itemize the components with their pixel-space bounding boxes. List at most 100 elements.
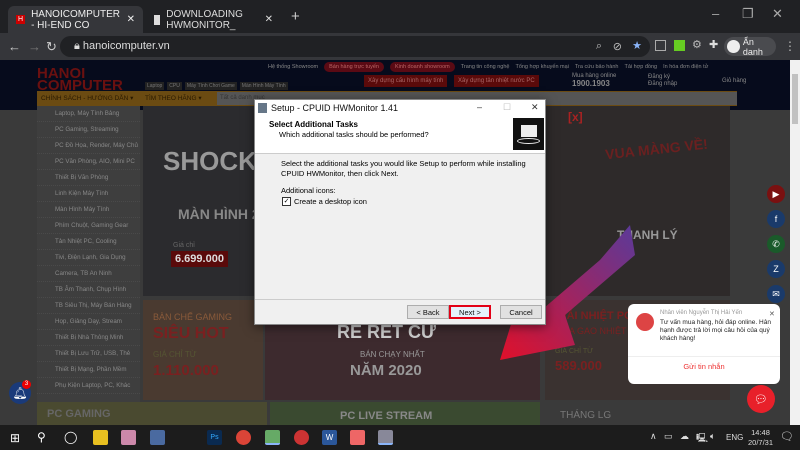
category-item[interactable]: Thiết Bị Mạng, Phần Mềm: [37, 362, 140, 378]
banner-gaming-desk[interactable]: BÀN CHẾ GAMING SIÊU HOT GIÁ CHỈ TỪ 1.110…: [143, 300, 263, 400]
tag[interactable]: CPU: [167, 82, 182, 90]
category-item[interactable]: TB Siêu Thị, Máy Bán Hàng: [37, 298, 140, 314]
tag[interactable]: Máy Tính Chơi Game: [184, 82, 237, 90]
chrome-icon[interactable]: [294, 430, 309, 445]
media-icon[interactable]: [350, 430, 365, 445]
banner-lg[interactable]: THÁNG LG: [545, 402, 730, 425]
nav-policy[interactable]: CHÍNH SÁCH - HƯỚNG DẪN ▾: [41, 94, 133, 102]
next-button[interactable]: Next >: [449, 305, 491, 319]
login-link[interactable]: Đăng ký Đăng nhập: [648, 74, 677, 88]
category-item[interactable]: TB Âm Thanh, Chụp Hình: [37, 282, 140, 298]
zoom-icon[interactable]: ⌕: [596, 40, 602, 53]
word-icon[interactable]: W: [322, 430, 337, 445]
category-item[interactable]: Phụ Kiện Laptop, PC, Khác: [37, 378, 140, 394]
link-contracts[interactable]: Tải hợp đồng: [624, 64, 657, 70]
close-tab-icon[interactable]: ✕: [265, 14, 273, 25]
clock[interactable]: 14:48 20/7/31: [748, 428, 773, 448]
zalo-icon[interactable]: Z: [767, 260, 785, 278]
minimize-button[interactable]: –: [477, 102, 482, 112]
sticky-notes-icon[interactable]: [93, 430, 108, 445]
category-item[interactable]: Thiết Bị Văn Phòng: [37, 170, 140, 186]
app-icon[interactable]: [265, 430, 280, 445]
category-item[interactable]: PC Đồ Họa, Render, Máy Chủ: [37, 138, 140, 154]
tray-chevron-icon[interactable]: ∧: [650, 431, 657, 442]
search-icon[interactable]: ⚲: [37, 430, 46, 444]
menu-icon[interactable]: ⋮: [784, 39, 796, 53]
hotline[interactable]: Mua hàng online 1900.1903: [572, 73, 616, 89]
photoshop-icon[interactable]: Ps: [207, 430, 222, 445]
new-tab-button[interactable]: +: [291, 8, 300, 25]
tracking-icon[interactable]: ⊘: [613, 40, 622, 53]
windows-start-icon[interactable]: ⊞: [10, 431, 20, 445]
category-item[interactable]: Laptop, Máy Tính Bảng: [37, 106, 140, 122]
tag[interactable]: Màn Hình Máy Tính: [239, 82, 288, 90]
cancel-button[interactable]: Cancel: [500, 305, 542, 319]
category-item[interactable]: Tản Nhiệt PC, Cooling: [37, 234, 140, 250]
forward-icon[interactable]: →: [28, 39, 41, 54]
category-item[interactable]: Linh Kiện Máy Tính: [37, 186, 140, 202]
tab-downloading[interactable]: DOWNLOADING HWMONITOR_ ✕: [146, 6, 281, 33]
link-invoices[interactable]: In hóa đơn điện tử: [663, 64, 708, 70]
category-item[interactable]: Thiết Bị Nhà Thông Minh: [37, 330, 140, 346]
chrome-icon[interactable]: [236, 430, 251, 445]
minimize-button[interactable]: –: [712, 6, 719, 21]
link-showroom[interactable]: Hệ thống Showroom: [268, 64, 318, 70]
close-chat-icon[interactable]: ✕: [769, 310, 775, 318]
language-indicator[interactable]: ENG: [726, 433, 743, 442]
reload-icon[interactable]: ↻: [46, 39, 57, 55]
link-tech-news[interactable]: Trang tin công nghệ: [461, 64, 510, 70]
facebook-icon[interactable]: f: [767, 210, 785, 228]
send-message-button[interactable]: Gửi tin nhắn: [628, 362, 780, 371]
category-item[interactable]: Họp, Giảng Dạy, Stream: [37, 314, 140, 330]
category-item[interactable]: Thiết Bị Lưu Trữ, USB, Thẻ: [37, 346, 140, 362]
page-scrollbar[interactable]: [790, 60, 800, 425]
link-warranty[interactable]: Tra cứu bảo hành: [575, 64, 619, 70]
incognito-profile-button[interactable]: Ẩn danh: [724, 37, 776, 57]
extension-icon[interactable]: ⚙: [692, 38, 702, 51]
volume-icon[interactable]: 🔈︎: [710, 431, 715, 442]
task-view-icon[interactable]: ◯: [64, 430, 77, 444]
category-item[interactable]: Phím Chuột, Gaming Gear: [37, 218, 140, 234]
checkbox-check-icon[interactable]: ✓: [282, 197, 291, 206]
youtube-icon[interactable]: ▶: [767, 185, 785, 203]
tag[interactable]: Laptop: [145, 82, 165, 90]
app-icon[interactable]: [150, 430, 165, 445]
onedrive-icon[interactable]: ☁: [680, 431, 689, 442]
desktop-icon-checkbox[interactable]: ✓ Create a desktop icon: [282, 197, 367, 206]
action-center-icon[interactable]: 🗨︎: [780, 430, 794, 443]
puzzle-icon[interactable]: ✚: [709, 38, 718, 51]
back-icon[interactable]: ←: [8, 39, 21, 54]
link-showroom-sales[interactable]: Kinh doanh showroom: [390, 62, 455, 72]
build-pc-button[interactable]: Xây dựng cấu hình máy tính: [364, 75, 448, 87]
extension-icon[interactable]: [674, 40, 685, 51]
phone-icon[interactable]: ✆: [767, 235, 785, 253]
close-banner-button[interactable]: [x]: [568, 110, 583, 124]
maximize-button[interactable]: ☐: [503, 102, 511, 113]
close-window-button[interactable]: ✕: [772, 6, 783, 22]
category-item[interactable]: PC Gaming, Streaming: [37, 122, 140, 138]
cart-link[interactable]: Giỏ hàng: [722, 78, 746, 84]
site-logo[interactable]: HANOI COMPUTER: [37, 66, 123, 93]
bookmark-star-icon[interactable]: ★: [632, 39, 642, 52]
restore-button[interactable]: ❐: [742, 6, 754, 22]
chat-bubble-icon[interactable]: 💬︎: [747, 385, 775, 413]
banner-pc-live[interactable]: PC LIVE STREAM: [270, 402, 540, 425]
paint-icon[interactable]: [121, 430, 136, 445]
battery-icon[interactable]: ▭: [664, 431, 673, 442]
category-item[interactable]: Tivi, Điện Lạnh, Gia Dụng: [37, 250, 140, 266]
close-dialog-button[interactable]: ✕: [531, 102, 539, 113]
network-icon[interactable]: 🖳︎: [696, 431, 708, 447]
close-tab-icon[interactable]: ✕: [127, 14, 135, 25]
messenger-icon[interactable]: ✉: [767, 285, 785, 303]
banner-pc-gaming[interactable]: PC GAMING: [37, 402, 267, 425]
url-bar[interactable]: 🔒︎ hanoicomputer.vn ⌕ ⊘ ★: [60, 36, 650, 57]
extension-icon[interactable]: [655, 40, 666, 51]
nav-brand[interactable]: TÌM THEO HÃNG ▾: [145, 94, 202, 102]
tab-hanoicomputer[interactable]: H HANOICOMPUTER - HI-END CO ✕: [8, 6, 143, 33]
setup-taskbar-icon[interactable]: [378, 430, 393, 445]
link-promotions[interactable]: Tổng hợp khuyến mại: [515, 64, 568, 70]
category-item[interactable]: PC Văn Phòng, AIO, Mini PC: [37, 154, 140, 170]
build-cooling-button[interactable]: Xây dựng tản nhiệt nước PC: [454, 75, 539, 87]
back-button[interactable]: < Back: [407, 305, 449, 319]
link-online-sales[interactable]: Bán hàng trực tuyến: [324, 62, 384, 72]
